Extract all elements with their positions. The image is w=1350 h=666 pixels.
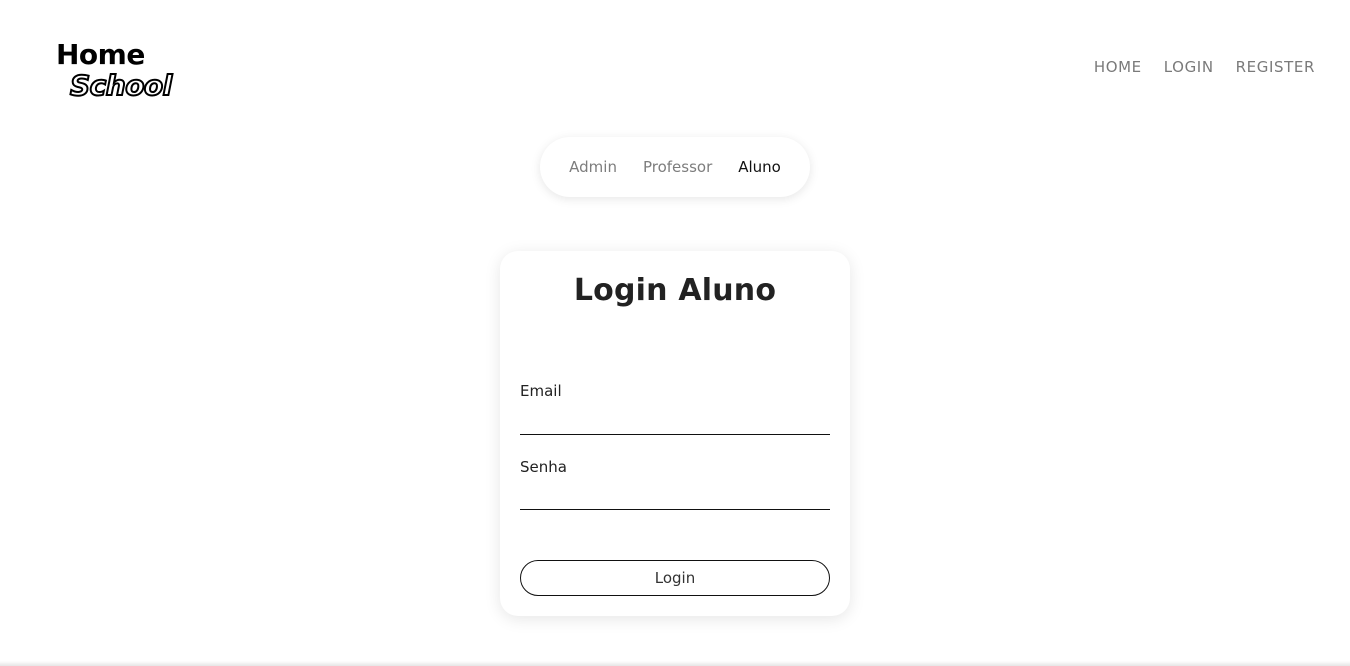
password-field[interactable]	[520, 484, 830, 510]
login-button[interactable]: Login	[520, 560, 830, 596]
login-card: Login Aluno Email Senha Login	[500, 251, 850, 616]
home-school-logo[interactable]: Home School	[56, 40, 186, 104]
role-selector: Admin Professor Aluno	[540, 137, 810, 197]
top-nav: HOME LOGIN REGISTER	[1094, 57, 1315, 77]
nav-login-link[interactable]: LOGIN	[1164, 57, 1214, 77]
logo-home-text: Home	[56, 38, 145, 71]
login-title: Login Aluno	[573, 273, 777, 308]
email-label: Email	[520, 382, 562, 400]
email-field[interactable]	[520, 409, 830, 435]
password-label: Senha	[520, 458, 567, 476]
page: Home School HOME LOGIN REGISTER Admin Pr…	[0, 0, 1350, 666]
logo-school-text: School	[69, 69, 173, 103]
role-tab-professor[interactable]: Professor	[643, 158, 712, 176]
bottom-divider	[0, 661, 1350, 666]
role-tab-admin[interactable]: Admin	[569, 158, 617, 176]
nav-register-link[interactable]: REGISTER	[1236, 57, 1315, 77]
nav-home-link[interactable]: HOME	[1094, 57, 1142, 77]
role-tab-aluno[interactable]: Aluno	[738, 158, 781, 176]
